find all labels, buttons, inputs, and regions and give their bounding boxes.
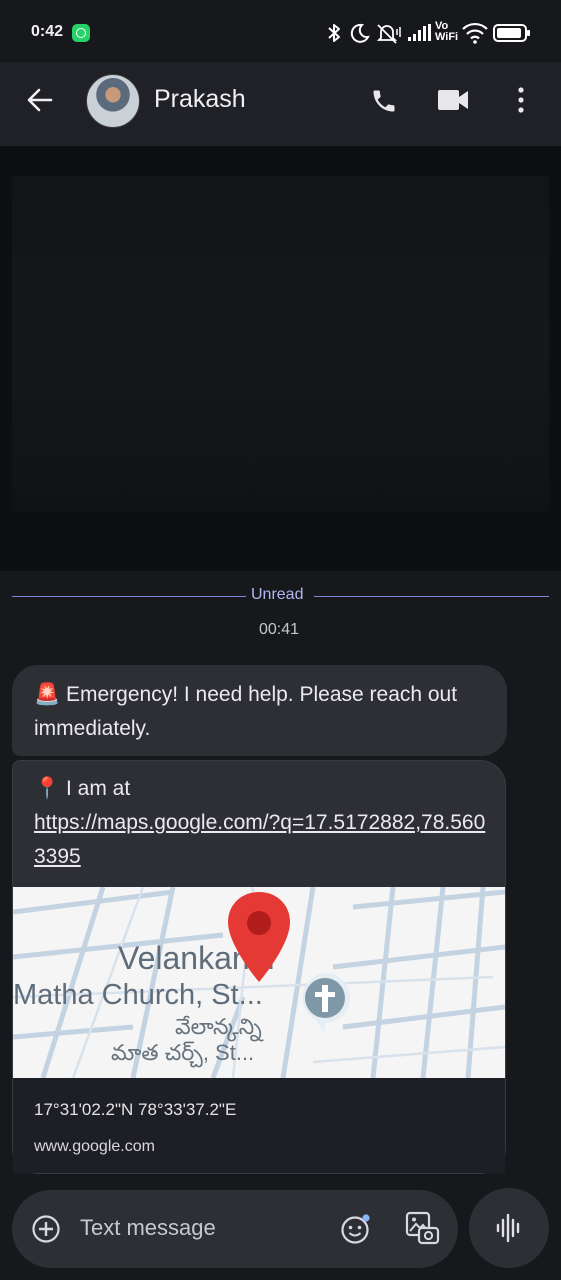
phone-icon[interactable]	[370, 87, 398, 115]
link-domain: www.google.com	[34, 1138, 155, 1155]
unread-divider-left	[12, 596, 246, 597]
voice-icon	[496, 1213, 520, 1243]
contact-avatar[interactable]	[86, 74, 140, 128]
message-prefix: I am at	[66, 777, 131, 800]
maps-link[interactable]: https://maps.google.com/?q=17.5172882,78…	[34, 811, 485, 868]
unread-divider-right	[314, 596, 549, 597]
map-preview-image[interactable]: Velankanni Matha Church, St... వేలాన్కన్…	[13, 887, 505, 1078]
pin-icon: 📍	[34, 777, 61, 800]
wifi-icon	[462, 22, 488, 44]
message-text-emergency: 🚨 Emergency! I need help. Please reach o…	[34, 678, 494, 746]
map-label-te-2: మాత చర్చ్, St...	[111, 1040, 255, 1065]
conversation-history-area	[0, 146, 561, 571]
conversation-header	[0, 62, 561, 146]
add-icon[interactable]	[31, 1214, 61, 1244]
gallery-icon[interactable]	[404, 1210, 442, 1248]
church-icon	[302, 973, 350, 1033]
message-body: Emergency! I need help. Please reach out…	[34, 683, 458, 740]
message-timestamp: 00:41	[259, 621, 300, 638]
message-text-location: 📍 I am at https://maps.google.com/?q=17.…	[34, 772, 494, 874]
bluetooth-icon	[328, 24, 340, 42]
whatsapp-icon	[72, 24, 90, 42]
emoji-icon[interactable]	[339, 1212, 373, 1246]
map-pin-icon	[228, 892, 290, 982]
text-message-input[interactable]	[80, 1215, 310, 1241]
more-vert-icon[interactable]	[514, 86, 528, 114]
location-coordinates: 17°31'02.2"N 78°33'37.2"E	[34, 1100, 237, 1119]
signal-icon	[408, 24, 431, 41]
contact-name[interactable]: Prakash	[154, 85, 246, 114]
vowifi-icon: Vo WiFi	[435, 20, 459, 43]
battery-icon	[493, 24, 530, 42]
link-preview-footer[interactable]	[13, 1078, 505, 1173]
back-arrow-icon[interactable]	[26, 87, 54, 113]
mute-icon	[376, 24, 401, 44]
video-call-icon[interactable]	[437, 87, 469, 113]
unread-label: Unread	[251, 586, 304, 603]
siren-icon: 🚨	[34, 683, 61, 706]
status-time: 0:42	[31, 23, 64, 40]
do-not-disturb-icon	[350, 23, 370, 43]
